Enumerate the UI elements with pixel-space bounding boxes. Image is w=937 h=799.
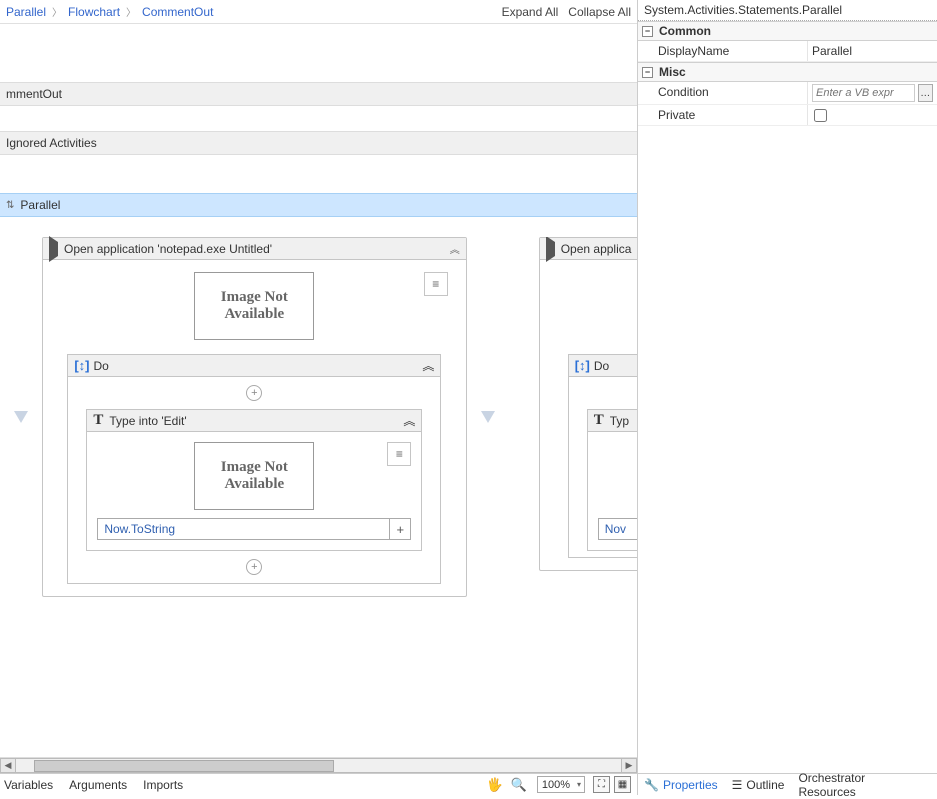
open-application-activity[interactable]: Open application 'notepad.exe Untitled' … [42, 237, 467, 597]
pan-icon[interactable]: 🖐 [486, 777, 502, 793]
collapse-toggle-icon[interactable]: − [642, 67, 653, 78]
scroll-thumb[interactable] [34, 760, 334, 772]
do-sequence[interactable]: [↕] Do + T Typ [568, 354, 637, 558]
category-misc[interactable]: − Misc [638, 62, 937, 82]
commentout-header[interactable]: mmentOut [0, 82, 637, 106]
type-into-text-input[interactable] [97, 518, 389, 540]
type-into-activity[interactable]: T Type into 'Edit' ︽ Image Not Available [86, 409, 422, 551]
parallel-body: Open application 'notepad.exe Untitled' … [0, 217, 637, 637]
type-into-text-input[interactable] [598, 518, 637, 540]
scroll-track[interactable] [16, 758, 621, 773]
type-icon: T [594, 412, 604, 429]
properties-tab[interactable]: 🔧Properties [644, 778, 718, 792]
horizontal-scrollbar[interactable]: ◀ ▶ [0, 757, 637, 773]
menu-icon[interactable]: ≡ [424, 272, 448, 296]
property-name: Private [638, 105, 808, 125]
property-value[interactable]: Parallel [812, 44, 852, 58]
breadcrumb: Parallel 〉 Flowchart 〉 CommentOut Expand… [0, 0, 637, 24]
collapse-icon[interactable]: ︽ [450, 241, 460, 256]
property-row-private: Private [638, 105, 937, 126]
add-activity-button[interactable]: + [246, 385, 262, 401]
play-icon [546, 242, 555, 256]
property-row-condition: Condition … [638, 82, 937, 105]
category-label: Common [659, 24, 711, 38]
wrench-icon: 🔧 [644, 778, 659, 792]
overview-button[interactable]: ▦ [614, 776, 631, 793]
ignored-activities-header[interactable]: Ignored Activities [0, 131, 637, 155]
outline-icon: ☰ [732, 778, 743, 792]
open-app-title: Open applica [561, 242, 637, 256]
zoom-icon[interactable]: 🔍 [511, 777, 527, 793]
image-placeholder: Image Not Available [194, 442, 314, 510]
workflow-canvas[interactable]: mmentOut Ignored Activities ⇅ Parallel O… [0, 24, 637, 757]
zoom-select[interactable]: 100% [537, 776, 585, 793]
sequence-icon: [↕] [575, 358, 590, 373]
fit-to-screen-button[interactable]: ⛶ [593, 776, 610, 793]
expression-editor-button[interactable]: + [389, 518, 411, 540]
collapse-all-button[interactable]: Collapse All [568, 5, 631, 19]
private-checkbox[interactable] [814, 109, 827, 122]
type-into-title: Type into 'Edit' [109, 414, 186, 428]
expand-all-button[interactable]: Expand All [502, 5, 559, 19]
chevron-right-icon: 〉 [126, 4, 136, 19]
do-title: Do [594, 359, 609, 373]
variables-tab[interactable]: Variables [4, 778, 53, 792]
orchestrator-resources-tab[interactable]: Orchestrator Resources [798, 771, 917, 799]
type-icon: T [93, 412, 103, 429]
drop-target-icon[interactable] [14, 411, 28, 423]
play-icon [49, 242, 58, 256]
type-into-title: Typ [610, 414, 629, 428]
property-name: DisplayName [638, 41, 808, 61]
type-into-activity[interactable]: T Typ [587, 409, 637, 551]
collapse-icon[interactable]: ︽ [403, 412, 415, 429]
expression-editor-button[interactable]: … [918, 84, 933, 102]
sequence-icon: [↕] [74, 358, 89, 373]
menu-icon[interactable]: ≡ [387, 442, 411, 466]
condition-input[interactable] [812, 84, 915, 102]
chevron-right-icon: 〉 [52, 4, 62, 19]
designer-surface: Parallel 〉 Flowchart 〉 CommentOut Expand… [0, 0, 638, 795]
do-sequence[interactable]: [↕] Do ︽ + T Type into 'Edit' [67, 354, 441, 584]
category-common[interactable]: − Common [638, 21, 937, 41]
collapse-icon[interactable]: ︽ [422, 357, 434, 374]
parallel-activity-header[interactable]: ⇅ Parallel [0, 193, 637, 217]
imports-tab[interactable]: Imports [143, 778, 183, 792]
image-placeholder: Image Not Available [194, 272, 314, 340]
drop-target-icon[interactable] [481, 411, 495, 423]
parallel-icon: ⇅ [6, 200, 14, 211]
designer-bottom-bar: Variables Arguments Imports 🖐 🔍 100% ⛶ ▦ [0, 773, 637, 795]
open-application-activity[interactable]: Open applica [↕] Do + [539, 237, 637, 571]
breadcrumb-parallel[interactable]: Parallel [6, 5, 46, 19]
breadcrumb-commentout[interactable]: CommentOut [142, 5, 213, 19]
properties-bottom-tabs: 🔧Properties ☰Outline Orchestrator Resour… [638, 773, 937, 795]
properties-title: System.Activities.Statements.Parallel [638, 0, 937, 21]
scroll-left-button[interactable]: ◀ [0, 758, 16, 773]
do-title: Do [94, 359, 109, 373]
arguments-tab[interactable]: Arguments [69, 778, 127, 792]
category-label: Misc [659, 65, 686, 79]
add-activity-button[interactable]: + [246, 559, 262, 575]
scroll-right-button[interactable]: ▶ [621, 758, 637, 773]
outline-tab[interactable]: ☰Outline [732, 778, 785, 792]
breadcrumb-flowchart[interactable]: Flowchart [68, 5, 120, 19]
parallel-title: Parallel [20, 198, 60, 212]
property-name: Condition [638, 82, 808, 104]
property-row-displayname: DisplayName Parallel [638, 41, 937, 62]
properties-panel: System.Activities.Statements.Parallel − … [638, 0, 937, 795]
open-app-title: Open application 'notepad.exe Untitled' [64, 242, 450, 256]
collapse-toggle-icon[interactable]: − [642, 26, 653, 37]
